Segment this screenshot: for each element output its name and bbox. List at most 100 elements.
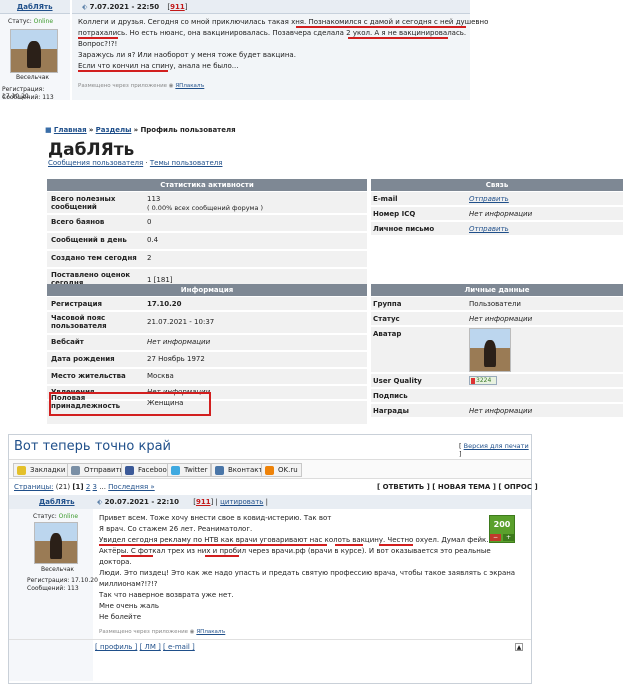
personal-label: Подпись <box>373 392 408 400</box>
pm-send-link[interactable]: Отправить <box>469 225 509 233</box>
app-link[interactable]: ЯПлакалъ <box>175 83 204 89</box>
personal-value: Нет информации <box>469 315 533 323</box>
poll-button[interactable]: [ ОПРОС ] <box>498 483 537 491</box>
page-link[interactable]: 3 <box>93 483 97 491</box>
activity-value: 1 [181] <box>147 276 173 284</box>
twitter-button[interactable]: Twitter <box>167 463 212 477</box>
profile-avatar <box>469 328 511 372</box>
app-link[interactable]: ЯПлакалъ <box>196 629 225 635</box>
mail-icon <box>71 466 80 475</box>
pm-button[interactable]: [ ЛМ ] <box>140 643 161 651</box>
post-text-line: Не болейте <box>99 613 142 621</box>
post-text-line: миллионам?!?!? <box>99 580 158 588</box>
post-text-line: доктора. <box>99 558 132 566</box>
rank: Весельчак <box>41 566 75 573</box>
facebook-icon <box>125 466 134 475</box>
status-value: Online <box>58 513 79 520</box>
post-text-line: Актёры. С фоткал трех из них и пробил че… <box>99 547 491 555</box>
info-label: Место жительства <box>51 372 126 380</box>
rating-value: 200 <box>493 520 511 529</box>
app-icon: ◉ <box>168 83 174 89</box>
vk-icon <box>215 466 224 475</box>
personal-header: Личные данные <box>371 284 623 296</box>
post-text-line: Вопрос?!?! <box>78 40 118 48</box>
activity-header: Статистика активности <box>47 179 367 191</box>
post-text-line: Так что наверное возврата уже нет. <box>99 591 234 599</box>
post-1-userinfo: Статус: Online Весельчак Регистрация: 17… <box>0 14 70 101</box>
send-button[interactable]: Отправить <box>67 463 128 477</box>
personal-label: Статус <box>373 315 400 323</box>
post-footer: Размещено через приложение <box>99 629 189 635</box>
new-topic-button[interactable]: [ НОВАЯ ТЕМА ] <box>432 483 496 491</box>
post-number[interactable]: 911 <box>196 498 211 506</box>
email-button[interactable]: [ e-mail ] <box>163 643 195 651</box>
print-version-link[interactable]: Версия для печати <box>464 442 529 450</box>
contact-label: Номер ICQ <box>373 210 416 218</box>
reply-button[interactable]: [ ОТВЕТИТЬ ] <box>377 483 430 491</box>
last-page-link[interactable]: Последняя » <box>108 483 155 491</box>
page-link[interactable]: 2 <box>86 483 90 491</box>
post-text-line: Мне очень жаль <box>99 602 159 610</box>
breadcrumb: ■ Главная » Разделы » Профиль пользовате… <box>45 126 236 134</box>
post-icon: ⬖ <box>97 498 103 506</box>
contact-value: Нет информации <box>469 210 533 218</box>
activity-label: Создано тем сегодня <box>51 254 137 262</box>
activity-label: Сообщений в день <box>51 236 127 244</box>
post-1: ДабЛЯть ⬖ 7.07.2021 - 22:50 [911] Статус… <box>0 0 488 101</box>
contact-label: Личное письмо <box>373 225 435 233</box>
post-1-date: 7.07.2021 - 22:50 <box>89 3 160 11</box>
vote-down-button[interactable]: − <box>490 534 501 541</box>
page-current: [1] <box>72 483 84 491</box>
info-label: Часовой пояс пользователя <box>51 314 107 330</box>
email-send-link[interactable]: Отправить <box>469 195 509 203</box>
post-text-line: Коллеги и друзья. Сегодня со мной приклю… <box>78 18 489 26</box>
post-text-line: Заражусь ли я? Или наоборот у меня тоже … <box>78 51 296 59</box>
status-label: Статус: <box>8 18 32 25</box>
personal-label: User Quality <box>373 377 422 385</box>
post-1-body: Коллеги и друзья. Сегодня со мной приклю… <box>72 14 488 100</box>
ok-button[interactable]: OK.ru <box>261 463 302 477</box>
home-icon: ■ <box>45 126 52 134</box>
info-header: Информация <box>47 284 367 296</box>
breadcrumb-current: Профиль пользователя <box>140 126 236 134</box>
status-label: Статус: <box>33 513 57 520</box>
post-icon: ⬖ <box>82 3 88 11</box>
info-value: Женщина <box>147 399 184 407</box>
post-1-number[interactable]: 911 <box>170 3 185 11</box>
message-count: Сообщений: 113 <box>2 94 54 101</box>
breadcrumb-home[interactable]: Главная <box>54 126 87 134</box>
info-value: Москва <box>147 372 174 380</box>
quote-link[interactable]: цитировать <box>220 498 263 506</box>
bookmark-button[interactable]: Закладки <box>13 463 70 477</box>
post-author[interactable]: ДабЛЯть <box>39 498 75 506</box>
quality-icon <box>471 378 475 384</box>
scroll-top-button[interactable]: ▲ <box>515 643 523 651</box>
breadcrumb-sep: » <box>133 126 139 134</box>
activity-value: 2 <box>147 254 152 262</box>
post-date: 20.07.2021 - 22:10 <box>104 498 179 506</box>
info-label: Половая принадлежность <box>51 394 121 410</box>
post-text-line: Увидел сегодня рекламу по НТВ как врачи … <box>99 536 489 544</box>
profile-button[interactable]: [ профиль ] <box>95 643 137 651</box>
contact-header: Связь <box>371 179 623 191</box>
personal-label: Награды <box>373 407 409 415</box>
rank: Весельчак <box>16 74 50 81</box>
user-quality-value: 3224 <box>476 377 492 384</box>
info-value: 27 Ноябрь 1972 <box>147 355 205 363</box>
user-posts-link[interactable]: Сообщения пользователя <box>48 159 143 167</box>
info-value: 17.10.20 <box>147 300 182 308</box>
avatar[interactable] <box>10 29 58 73</box>
avatar[interactable] <box>34 522 78 564</box>
vote-up-button[interactable]: + <box>503 534 514 541</box>
breadcrumb-sections[interactable]: Разделы <box>96 126 132 134</box>
activity-note: ( 0.00% всех сообщений форума ) <box>147 204 264 212</box>
post-1-author[interactable]: ДабЛЯть <box>0 0 70 14</box>
twitter-icon <box>171 466 180 475</box>
activity-value: 0 <box>147 218 152 226</box>
info-value: 21.07.2021 - 10:37 <box>147 318 215 326</box>
pages-count: (21) <box>55 483 71 491</box>
user-topics-link[interactable]: Темы пользователя <box>150 159 223 167</box>
activity-value: 113 <box>147 195 161 203</box>
post-text-line: Если что кончил на спину, анала не было.… <box>78 62 239 70</box>
info-label: Вебсайт <box>51 338 84 346</box>
